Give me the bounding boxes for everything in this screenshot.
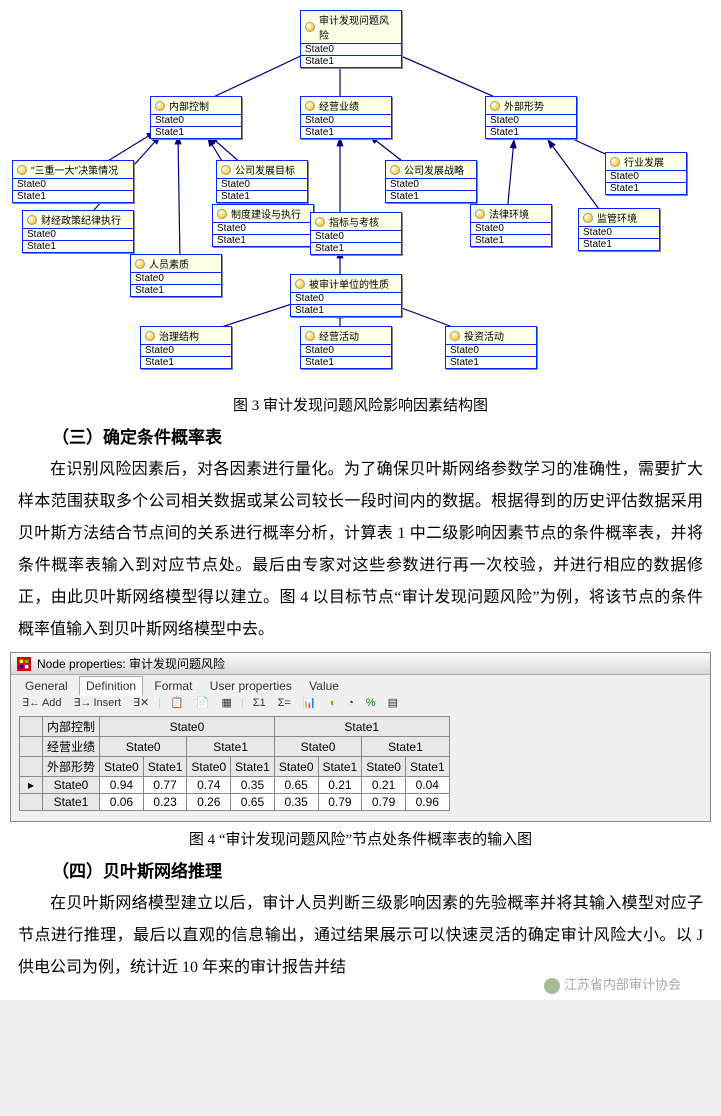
paragraph-2: 在贝叶斯网络模型建立以后，审计人员判断三级影响因素的先验概率并将其输入模型对应子… [18,888,703,984]
node-touzi: 投资活动 State0 State1 [445,326,537,369]
tab-format[interactable]: Format [148,677,198,695]
pie-icon[interactable]: ◔ [344,696,357,710]
node-jianguan: 监管环境 State0 State1 [578,208,660,251]
figure4-caption: 图 4 “审计发现问题风险”节点处条件概率表的输入图 [0,828,721,849]
col-internal: 内部控制 [43,717,100,737]
ellipse-icon[interactable]: ◖ [326,696,339,710]
node-properties-window: Node properties: 审计发现问题风险 General Defini… [10,652,711,822]
insert-button[interactable]: ∃→Insert [71,695,124,710]
tab-user-properties[interactable]: User properties [204,677,298,695]
app-icon [17,657,31,671]
window-title: Node properties: 审计发现问题风险 [37,655,225,672]
property-toolbar: ∃←Add ∃→Insert ∃✕ | 📋 📄 ▦ | Σ1 Σ= 📊 ◖ ◔ … [11,693,710,712]
add-button[interactable]: ∃←Add [19,695,65,710]
copy-icon[interactable]: 📋 [167,695,187,710]
node-hangye: 行业发展 State0 State1 [605,152,687,195]
node-renyuan: 人员素质 State0 State1 [130,254,222,297]
node-xingzhi: 被审计单位的性质 State0 State1 [290,274,402,317]
node-title: 审计发现问题风险 [319,12,397,42]
bayesian-network-diagram: 审计发现问题风险 State0 State1 内部控制 State0 State… [0,0,721,390]
table-row: State1 0.06 0.23 0.26 0.65 0.35 0.79 0.7… [20,794,450,811]
section3-heading: （三）确定条件概率表 [52,423,721,448]
paste-icon[interactable]: 📄 [193,695,213,710]
tab-value[interactable]: Value [303,677,345,695]
node-sanzhongyida: "三重一大"决策情况 State0 State1 [12,160,134,203]
row-marker-icon: ▸ [20,777,43,794]
node-zhibiao: 指标与考核 State0 State1 [310,212,402,255]
window-titlebar: Node properties: 审计发现问题风险 [11,653,710,675]
grid-icon[interactable]: ▤ [385,695,401,710]
cpt-table: 内部控制 State0 State1 经营业绩 State0 State1 St… [19,716,450,811]
node-external-situation: 外部形势 State0 State1 [485,96,577,139]
delete-button[interactable]: ∃✕ [130,695,152,710]
sigma-equal-icon[interactable]: Σ= [275,696,294,710]
node-falv: 法律环境 State0 State1 [470,204,552,247]
figure3-caption: 图 3 审计发现问题风险影响因素结构图 [0,394,721,415]
node-root: 审计发现问题风险 State0 State1 [300,10,402,68]
paragraph-1: 在识别风险因素后，对各因素进行量化。为了确保贝叶斯网络参数学习的准确性，需要扩大… [0,454,721,646]
watermark-logo-icon [544,978,560,994]
chart-icon[interactable]: 📊 [300,695,320,710]
sigma-icon[interactable]: Σ1 [250,696,269,710]
property-tabs: General Definition Format User propertie… [11,675,710,693]
col-external: 外部形势 [43,757,100,777]
node-fazhanzhanlue: 公司发展战略 State0 State1 [385,160,477,203]
percent-icon[interactable]: % [363,696,379,710]
node-internal-control: 内部控制 State0 State1 [150,96,242,139]
node-caijing: 财经政策纪律执行 State0 State1 [22,210,134,253]
col-perf: 经营业绩 [43,737,100,757]
watermark: 江苏省内部审计协会 [544,974,681,994]
node-zhili: 治理结构 State0 State1 [140,326,232,369]
tab-general[interactable]: General [19,677,74,695]
node-zhidu: 制度建设与执行 State0 State1 [212,204,314,247]
node-jingying: 经营活动 State0 State1 [300,326,392,369]
tab-definition[interactable]: Definition [79,676,143,696]
select-all-icon[interactable]: ▦ [218,695,234,710]
node-fazhanmubiao: 公司发展目标 State0 State1 [216,160,308,203]
section4-heading: （四）贝叶斯网络推理 [52,857,721,882]
table-row: ▸ State0 0.94 0.77 0.74 0.35 0.65 0.21 0… [20,777,450,794]
node-operating-performance: 经营业绩 State0 State1 [300,96,392,139]
